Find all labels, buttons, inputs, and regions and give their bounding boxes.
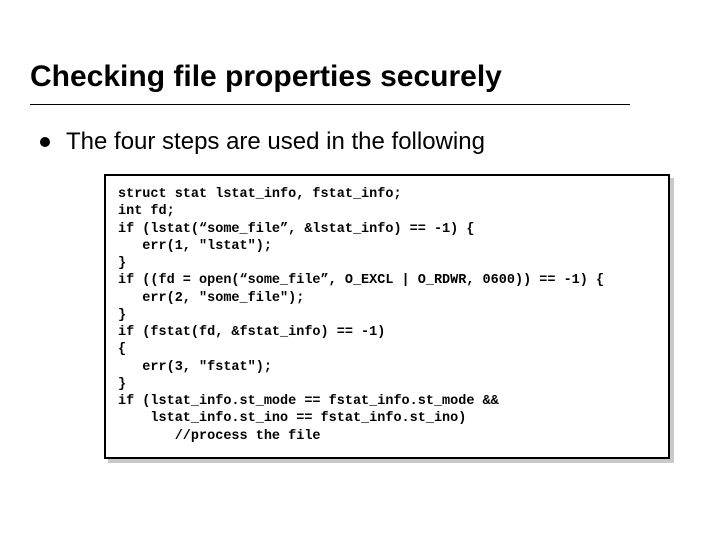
code-block: struct stat lstat_info, fstat_info; int … (104, 174, 670, 459)
bullet-dot-icon (40, 137, 50, 147)
title-block: Checking file properties securely (30, 60, 690, 100)
slide-body: The four steps are used in the following… (30, 128, 690, 459)
code-text: struct stat lstat_info, fstat_info; int … (118, 186, 656, 445)
bullet-text: The four steps are used in the following (66, 128, 485, 156)
bullet-item: The four steps are used in the following (40, 128, 690, 156)
slide: Checking file properties securely The fo… (0, 0, 720, 540)
slide-title: Checking file properties securely (30, 60, 690, 94)
code-block-frame: struct stat lstat_info, fstat_info; int … (104, 174, 670, 459)
title-underline (30, 104, 630, 105)
